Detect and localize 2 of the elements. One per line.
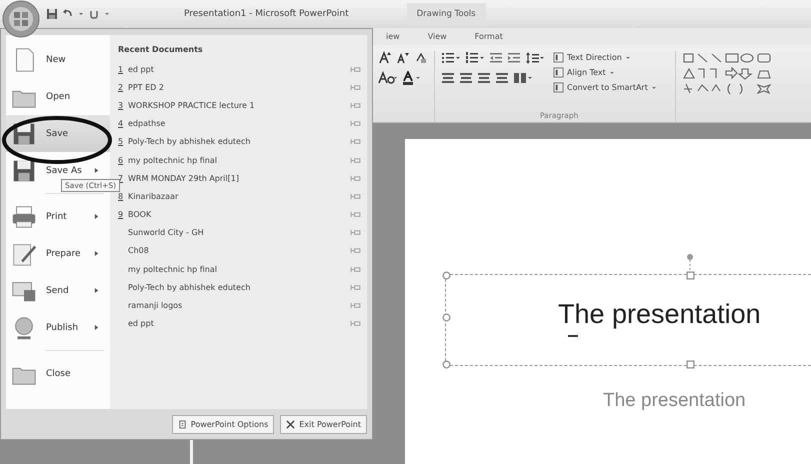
- window-title: Presentation1 - Microsoft PowerPoint: [184, 9, 349, 19]
- recent-documents-heading: Recent Documents: [118, 45, 204, 54]
